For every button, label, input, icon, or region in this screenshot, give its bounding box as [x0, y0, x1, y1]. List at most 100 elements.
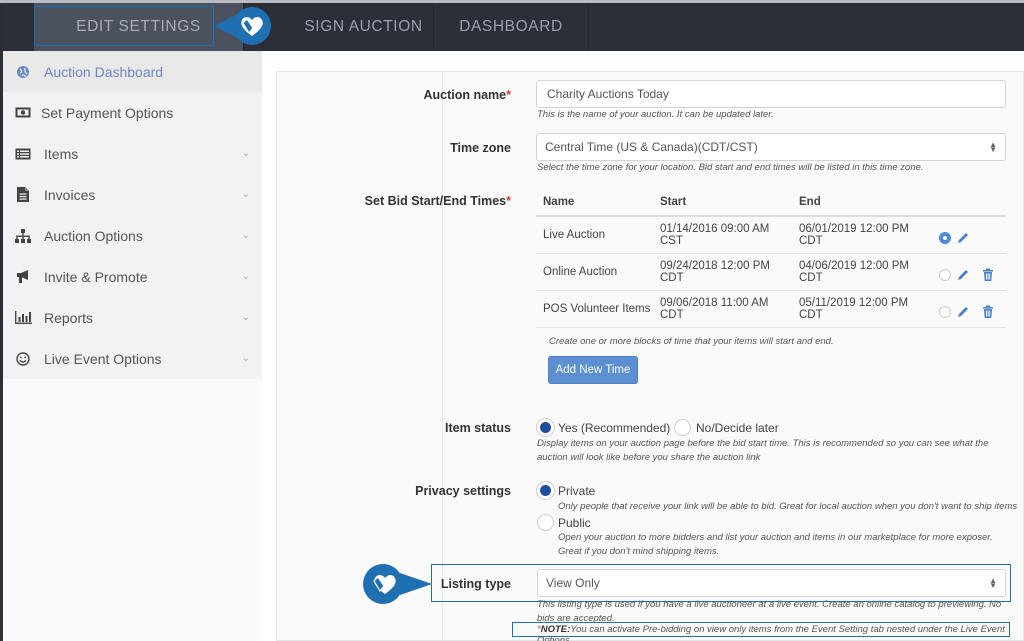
top-navigation: EDIT SETTINGS SIGN AUCTION DASHBOARD: [0, 0, 1024, 51]
smile-icon: [14, 351, 32, 367]
row-select-radio[interactable]: [939, 305, 951, 318]
pencil-icon[interactable]: [956, 268, 970, 282]
time-zone-label: Time zone: [450, 141, 511, 155]
table-row: POS Volunteer Items 09/06/2018 11:00 AM …: [536, 290, 1006, 328]
chevron-down-icon: ⌄: [241, 148, 250, 159]
column-header-actions: [932, 188, 1006, 217]
list-icon: [14, 146, 32, 162]
select-arrows-icon: ▲ ▼: [989, 576, 997, 590]
column-header-name: Name: [536, 188, 653, 217]
item-status-help: Display items on your auction page befor…: [537, 438, 989, 463]
tab-dashboard[interactable]: DASHBOARD: [434, 3, 589, 51]
money-icon: [14, 105, 32, 121]
sidebar-item-label: Invoices: [44, 186, 96, 203]
table-header-row: Name Start End: [536, 188, 1006, 217]
file-icon: [14, 187, 32, 203]
tab-dashboard-label: DASHBOARD: [459, 18, 563, 35]
chevron-down-icon: ⌄: [241, 312, 250, 323]
time-zone-value: Central Time (US & Canada)(CDT/CST): [545, 140, 758, 154]
sidebar-item-label: Live Event Options: [44, 350, 162, 367]
sidebar: Auction Dashboard Set Payment Options It…: [0, 51, 262, 641]
sidebar-item-label: Auction Dashboard: [44, 63, 164, 80]
sidebar-item-label: Invite & Promote: [44, 268, 148, 285]
row-select-radio[interactable]: [939, 268, 951, 281]
table-row: Online Auction 09/24/2018 12:00 PM CDT 0…: [536, 253, 1006, 291]
row-name: Online Auction: [536, 253, 653, 291]
item-status-yes-label: Yes (Recommended): [558, 421, 671, 435]
auction-name-input[interactable]: Charity Auctions Today: [536, 80, 1006, 108]
row-select-radio[interactable]: [939, 231, 951, 244]
row-actions: [932, 290, 1006, 328]
bullhorn-icon: [14, 269, 32, 285]
row-start: 09/24/2018 12:00 PM CDT: [653, 253, 792, 291]
globe-icon: [14, 64, 32, 80]
chevron-down-icon: ⌄: [241, 230, 250, 241]
privacy-private-label: Private: [558, 484, 596, 498]
row-end: 05/11/2019 12:00 PM CDT: [792, 290, 932, 328]
callout-heart-badge-icon: [212, 6, 274, 46]
item-status-label: Item status: [445, 421, 511, 435]
row-start: 09/06/2018 11:00 AM CDT: [653, 290, 792, 328]
column-header-end: End: [792, 188, 932, 217]
privacy-settings-label: Privacy settings: [415, 484, 511, 498]
row-start: 01/14/2016 09:00 AM CST: [653, 216, 792, 254]
select-arrows-icon: ▲ ▼: [989, 140, 997, 154]
privacy-public-label: Public: [558, 516, 591, 530]
bar-chart-icon: [14, 310, 32, 326]
sidebar-menu: Auction Dashboard Set Payment Options It…: [3, 51, 262, 379]
bid-times-label: Set Bid Start/End Times*: [364, 194, 511, 208]
privacy-public-radio[interactable]: [537, 514, 554, 531]
item-status-yes-radio[interactable]: [537, 419, 554, 436]
sidebar-item-label: Reports: [44, 309, 94, 326]
row-name: Live Auction: [536, 216, 653, 254]
listing-type-label: Listing type: [440, 577, 511, 591]
tab-edit-settings-label: EDIT SETTINGS: [76, 18, 201, 35]
table-row: Live Auction 01/14/2016 09:00 AM CST 06/…: [536, 216, 1006, 254]
auction-name-value: Charity Auctions Today: [547, 87, 669, 101]
sidebar-item-items[interactable]: Items ⌄: [3, 133, 262, 174]
trash-icon[interactable]: [981, 305, 995, 319]
listing-type-help: This listing type is used if you have a …: [537, 599, 1002, 624]
sidebar-item-label: Set Payment Options: [41, 104, 174, 121]
item-status-no-label: No/Decide later: [696, 421, 779, 435]
bid-times-table: Name Start End Live Auction 01/14/2016 0…: [536, 188, 1006, 328]
sidebar-item-set-payment-options[interactable]: Set Payment Options: [3, 92, 262, 133]
bid-times-help: Create one or more blocks of time that y…: [549, 336, 834, 347]
chevron-down-icon: ⌄: [241, 353, 250, 364]
listing-type-value: View Only: [546, 576, 600, 590]
sidebar-item-invite-promote[interactable]: Invite & Promote ⌄: [3, 256, 262, 297]
row-actions: [932, 216, 1006, 254]
row-name: POS Volunteer Items: [536, 290, 653, 328]
sidebar-item-auction-dashboard[interactable]: Auction Dashboard: [3, 51, 262, 92]
sidebar-item-auction-options[interactable]: Auction Options ⌄: [3, 215, 262, 256]
tab-design-auction-label: SIGN AUCTION: [304, 18, 423, 35]
privacy-private-help: Only people that receive your link will …: [558, 501, 1018, 512]
time-zone-help: Select the time zone for your location. …: [537, 162, 924, 173]
nav-left-edge: [0, 3, 4, 51]
row-actions: [932, 253, 1006, 291]
sidebar-item-label: Items: [44, 145, 79, 162]
listing-type-select[interactable]: View Only ▲ ▼: [537, 569, 1006, 597]
sidebar-item-label: Auction Options: [44, 227, 143, 244]
auction-name-label: Auction name*: [423, 88, 511, 102]
row-end: 04/06/2019 12:00 PM CDT: [792, 253, 932, 291]
time-zone-select[interactable]: Central Time (US & Canada)(CDT/CST) ▲ ▼: [536, 133, 1006, 161]
sidebar-item-reports[interactable]: Reports ⌄: [3, 297, 262, 338]
sidebar-item-invoices[interactable]: Invoices ⌄: [3, 174, 262, 215]
trash-icon[interactable]: [981, 268, 995, 282]
privacy-private-radio[interactable]: [537, 482, 554, 499]
chevron-down-icon: ⌄: [241, 271, 250, 282]
item-status-no-radio[interactable]: [674, 419, 691, 436]
sidebar-item-live-event-options[interactable]: Live Event Options ⌄: [3, 338, 262, 379]
listing-type-note: *NOTE:You can activate Pre-bidding on vi…: [537, 624, 1005, 641]
privacy-public-help: Open your auction to more bidders and li…: [558, 532, 993, 557]
pencil-icon[interactable]: [956, 305, 970, 319]
add-new-time-button[interactable]: Add New Time: [548, 356, 638, 384]
auction-name-help: This is the name of your auction. It can…: [537, 109, 774, 120]
pencil-icon[interactable]: [956, 231, 970, 245]
label-column-divider: [442, 72, 443, 640]
column-header-start: Start: [653, 188, 792, 217]
row-end: 06/01/2019 12:00 PM CDT: [792, 216, 932, 254]
sitemap-icon: [14, 228, 32, 244]
chevron-down-icon: ⌄: [241, 189, 250, 200]
